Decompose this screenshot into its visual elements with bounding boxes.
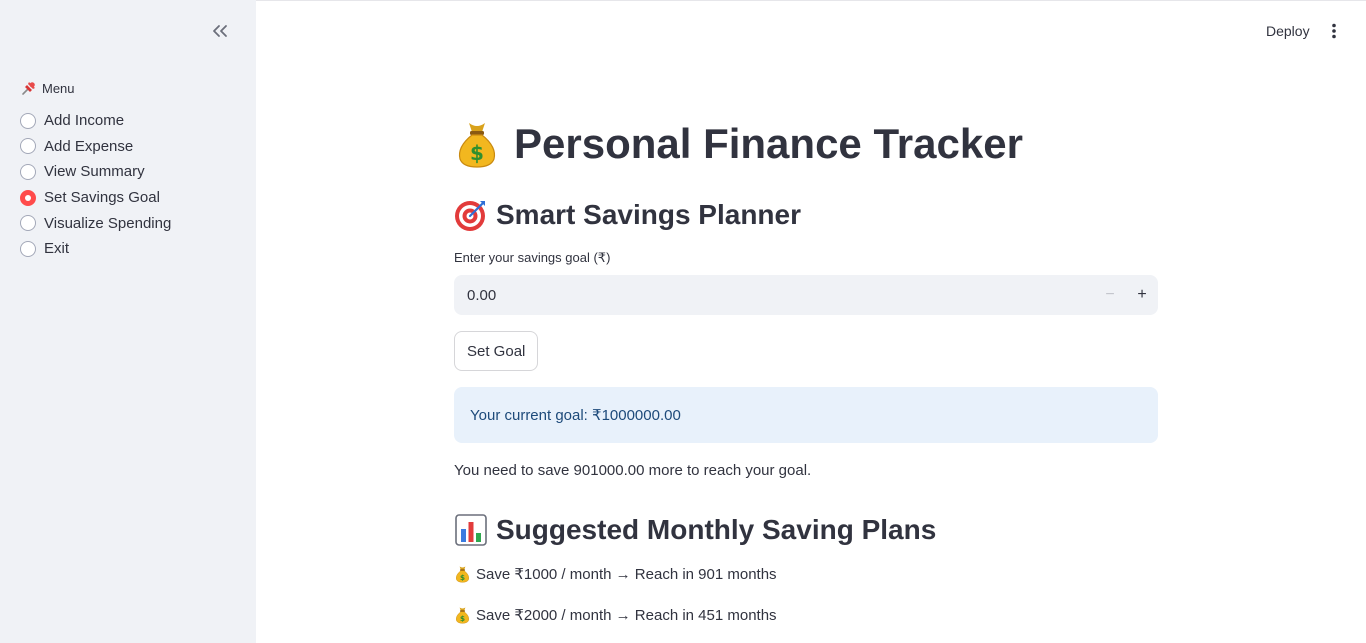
- radio-button[interactable]: [20, 240, 36, 257]
- saving-plan-item: $ Save ₹2000 / month → Reach in 451 mont…: [454, 606, 777, 624]
- pushpin-icon: [20, 79, 38, 97]
- radio-label: View Summary: [44, 163, 145, 181]
- set-goal-button[interactable]: Set Goal: [454, 331, 539, 371]
- bar-chart-icon: [455, 514, 487, 546]
- saving-plan-text: Save ₹2000 / month → Reach in 451 months: [476, 607, 777, 624]
- radio-exit[interactable]: Exit: [20, 236, 171, 262]
- svg-text:$: $: [460, 614, 465, 623]
- radio-button[interactable]: [20, 163, 36, 180]
- target-icon: [455, 201, 485, 231]
- svg-text:$: $: [460, 573, 465, 582]
- savings-goal-label: Enter your savings goal (₹): [454, 250, 611, 265]
- money-bag-icon: $: [455, 607, 470, 624]
- radio-visualize-spending[interactable]: Visualize Spending: [20, 210, 171, 236]
- radio-label: Set Savings Goal: [44, 189, 160, 207]
- radio-add-expense[interactable]: Add Expense: [20, 134, 171, 160]
- radio-button[interactable]: [20, 138, 36, 155]
- menu-heading: Menu: [20, 79, 75, 97]
- svg-text:$: $: [470, 141, 484, 165]
- radio-label: Visualize Spending: [44, 214, 172, 232]
- money-bag-icon: $: [455, 566, 470, 583]
- page-title: $ Personal Finance Tracker: [454, 114, 1023, 174]
- deploy-button[interactable]: Deploy: [1258, 19, 1318, 43]
- menu-label: Menu: [42, 80, 75, 96]
- radio-button-selected[interactable]: [20, 189, 36, 206]
- more-vert-icon: [1332, 23, 1336, 39]
- savings-goal-input[interactable]: 0.00 − +: [454, 275, 1158, 315]
- radio-label: Add Income: [44, 112, 125, 130]
- money-bag-icon: $: [458, 123, 496, 168]
- radio-label: Add Expense: [44, 137, 134, 155]
- menu-radio-group: Add Income Add Expense View Summary Set …: [20, 108, 171, 262]
- collapse-sidebar-button[interactable]: [208, 20, 232, 42]
- section-title-plans: Suggested Monthly Saving Plans: [454, 510, 936, 550]
- radio-add-income[interactable]: Add Income: [20, 108, 171, 134]
- decrement-button[interactable]: −: [1094, 275, 1126, 315]
- section-title-text: Smart Savings Planner: [496, 199, 802, 230]
- radio-view-summary[interactable]: View Summary: [20, 159, 171, 185]
- plans-title-text: Suggested Monthly Saving Plans: [496, 514, 937, 545]
- radio-button[interactable]: [20, 112, 36, 129]
- sidebar: Menu Add Income Add Expense View Summary…: [0, 0, 256, 643]
- section-title-savings: Smart Savings Planner: [454, 195, 801, 235]
- double-chevron-left-icon: [213, 25, 227, 37]
- radio-label: Exit: [44, 240, 70, 258]
- radio-button[interactable]: [20, 215, 36, 232]
- savings-goal-value[interactable]: 0.00: [454, 287, 1094, 304]
- current-goal-text: Your current goal: ₹1000000.00: [470, 407, 681, 424]
- remaining-amount-text: You need to save 901000.00 more to reach…: [454, 462, 812, 479]
- main-menu-button[interactable]: [1322, 19, 1346, 43]
- saving-plan-text: Save ₹1000 / month → Reach in 901 months: [476, 566, 777, 583]
- current-goal-info-box: Your current goal: ₹1000000.00: [454, 387, 1158, 443]
- page-title-text: Personal Finance Tracker: [514, 120, 1023, 167]
- radio-set-savings-goal[interactable]: Set Savings Goal: [20, 185, 171, 211]
- saving-plan-item: $ Save ₹1000 / month → Reach in 901 mont…: [454, 565, 777, 583]
- increment-button[interactable]: +: [1126, 275, 1158, 315]
